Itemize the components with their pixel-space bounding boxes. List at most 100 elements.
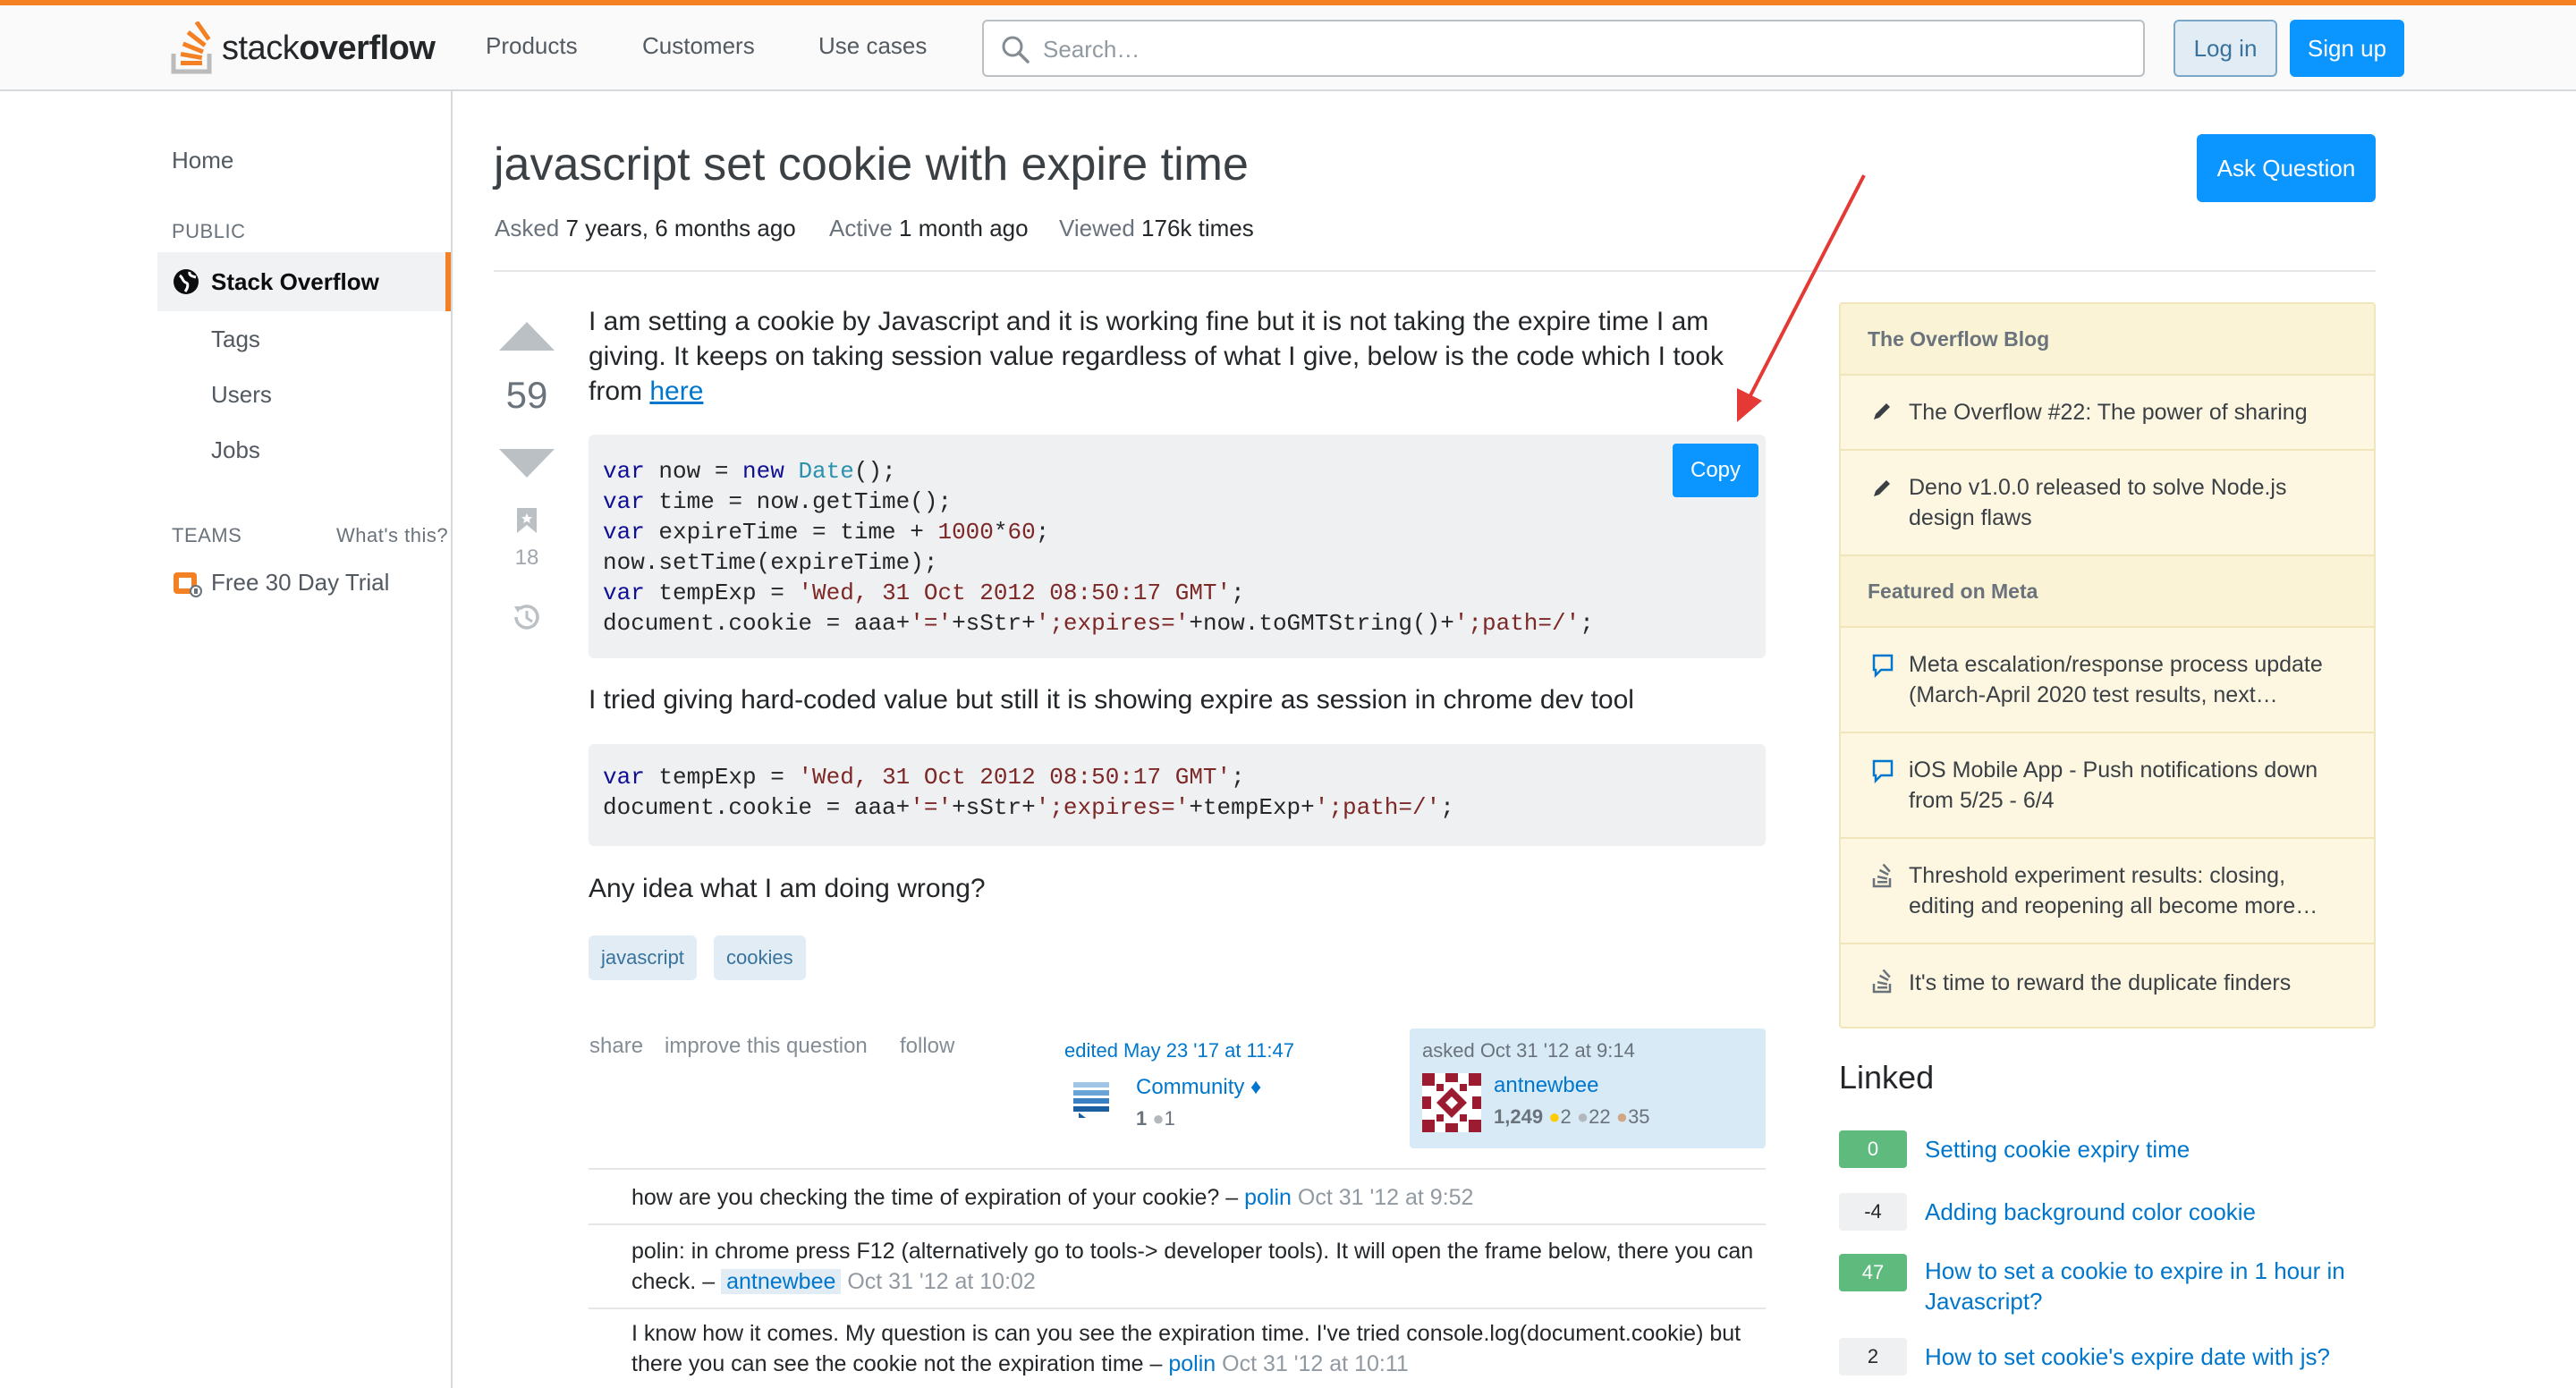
badge-count: 1 — [1164, 1107, 1175, 1130]
history-icon[interactable] — [509, 599, 545, 635]
sidebar-item-jobs[interactable]: Jobs — [211, 436, 260, 464]
stackoverflow-logo-icon — [170, 21, 216, 75]
blog-item[interactable]: The Overflow #22: The power of sharing — [1841, 376, 2374, 451]
community-user-link[interactable]: Community ♦ — [1136, 1075, 1261, 1100]
gold-badge-dot: ● — [1548, 1105, 1561, 1128]
sidebar-item-tags[interactable]: Tags — [211, 326, 260, 353]
nav-products[interactable]: Products — [486, 32, 578, 60]
linked-heading: Linked — [1839, 1059, 1935, 1096]
share-link[interactable]: share — [589, 1034, 643, 1059]
code-block-1[interactable]: var now = new Date(); var time = now.get… — [589, 435, 1766, 658]
meta-item-text: It's time to reward the duplicate finder… — [1909, 970, 2292, 995]
comment-date[interactable]: Oct 31 '12 at 10:11 — [1222, 1351, 1409, 1376]
comment-divider — [589, 1223, 1766, 1225]
downvote-arrow-icon[interactable] — [497, 447, 556, 479]
code-block-2[interactable]: var tempExp = 'Wed, 31 Oct 2012 08:50:17… — [589, 744, 1766, 846]
edited-timestamp-link[interactable]: edited May 23 '17 at 11:47 — [1064, 1039, 1294, 1062]
community-reputation: 1 ●1 — [1136, 1107, 1175, 1130]
sidebar-item-home[interactable]: Home — [172, 147, 233, 174]
comment-date[interactable]: Oct 31 '12 at 10:02 — [847, 1269, 1035, 1294]
signup-button[interactable]: Sign up — [2290, 20, 2404, 77]
bookmark-count: 18 — [514, 546, 539, 570]
owner-user-link[interactable]: antnewbee — [1494, 1073, 1598, 1098]
linked-score-badge: 2 — [1839, 1338, 1907, 1375]
code-line: now.setTime(expireTime); — [603, 549, 938, 576]
comment-user-link[interactable]: antnewbee — [721, 1269, 842, 1294]
overflow-blog-widget: The Overflow Blog The Overflow #22: The … — [1839, 302, 2376, 1028]
meta-asked: Asked 7 years, 6 months ago — [495, 215, 796, 242]
meta-value: 176k times — [1141, 215, 1254, 241]
login-button[interactable]: Log in — [2174, 20, 2277, 77]
blog-item-text: The Overflow #22: The power of sharing — [1909, 400, 2308, 425]
user-name: Community — [1136, 1075, 1245, 1099]
question-body-intro: I am setting a cookie by Javascript and … — [589, 304, 1769, 409]
nav-use-cases[interactable]: Use cases — [818, 32, 927, 60]
comment: polin: in chrome press F12 (alternativel… — [631, 1236, 1758, 1297]
tag-javascript[interactable]: javascript — [589, 935, 697, 980]
blog-item-text: Deno v1.0.0 released to solve Node.js de… — [1909, 475, 2287, 530]
copy-button[interactable]: Copy — [1673, 444, 1758, 497]
speech-bubble-icon — [1871, 653, 1894, 678]
meta-item[interactable]: iOS Mobile App - Push notifications down… — [1841, 733, 2374, 839]
here-link[interactable]: here — [649, 377, 703, 406]
linked-question-link[interactable]: Setting cookie expiry time — [1925, 1134, 2372, 1164]
sidebar-item-free-trial[interactable]: Free 30 Day Trial — [211, 569, 389, 597]
code-line: var expireTime = time + 1000*60; — [603, 519, 1050, 546]
asked-timestamp[interactable]: asked Oct 31 '12 at 9:14 — [1422, 1039, 1635, 1062]
bronze-badge-dot: ● — [1615, 1105, 1629, 1128]
improve-question-link[interactable]: improve this question — [665, 1034, 868, 1059]
owner-reputation: 1,249 ●2 ●22 ●35 — [1494, 1105, 1650, 1129]
meta-item[interactable]: Meta escalation/response process update … — [1841, 628, 2374, 733]
code-line: var now = new Date(); — [603, 458, 896, 485]
question-title[interactable]: javascript set cookie with expire time — [494, 138, 1249, 191]
bookmark-icon[interactable] — [515, 506, 538, 535]
comment-user-link[interactable]: polin — [1168, 1351, 1216, 1376]
linked-question-link[interactable]: How to set cookie's expire date with js? — [1925, 1341, 2372, 1372]
blog-item[interactable]: Deno v1.0.0 released to solve Node.js de… — [1841, 451, 2374, 556]
comment-user-link[interactable]: polin — [1244, 1185, 1292, 1210]
code-line: document.cookie = aaa+'='+sStr+';expires… — [603, 794, 1454, 821]
pencil-icon — [1871, 478, 1893, 499]
ask-question-button[interactable]: Ask Question — [2197, 134, 2376, 202]
code-line: document.cookie = aaa+'='+sStr+';expires… — [603, 610, 1594, 637]
follow-link[interactable]: follow — [900, 1034, 954, 1059]
comment: I know how it comes. My question is can … — [631, 1318, 1758, 1379]
meta-item-text: iOS Mobile App - Push notifications down… — [1909, 757, 2318, 813]
linked-question-link[interactable]: Adding background color cookie — [1925, 1197, 2372, 1227]
meta-item[interactable]: Threshold experiment results: closing, e… — [1841, 839, 2374, 944]
community-avatar-icon[interactable] — [1070, 1077, 1113, 1120]
search-input[interactable]: Search… — [982, 20, 2145, 77]
sidebar-item-label: Stack Overflow — [211, 268, 379, 295]
question-body-mid: I tried giving hard-coded value but stil… — [589, 685, 1634, 715]
sidebar-item-stack-overflow[interactable]: Stack Overflow — [157, 252, 451, 311]
meta-active: Active 1 month ago — [829, 215, 1029, 242]
meta-value[interactable]: 1 month ago — [899, 215, 1029, 241]
search-icon — [1000, 34, 1030, 64]
meta-value: 7 years, 6 months ago — [565, 215, 796, 241]
meta-viewed: Viewed 176k times — [1059, 215, 1254, 242]
meta-heading: Featured on Meta — [1841, 556, 2374, 628]
search-placeholder: Search… — [1043, 36, 1140, 63]
blog-heading: The Overflow Blog — [1841, 304, 2374, 376]
meta-item-text: Threshold experiment results: closing, e… — [1909, 863, 2318, 918]
linked-score-badge: -4 — [1839, 1193, 1907, 1231]
user-avatar-icon[interactable] — [1422, 1073, 1481, 1132]
meta-label: Asked — [495, 215, 560, 241]
stack-icon — [1871, 864, 1894, 889]
comment-divider — [589, 1308, 1766, 1309]
annotation-arrow — [1737, 174, 1866, 422]
divider — [494, 270, 2376, 272]
sidebar-item-users[interactable]: Users — [211, 381, 272, 409]
nav-customers[interactable]: Customers — [642, 32, 755, 60]
site-logo[interactable]: stackoverflow — [170, 20, 436, 77]
whats-this-link[interactable]: What's this? — [336, 524, 448, 547]
gold-badge-count: 2 — [1560, 1105, 1572, 1128]
comment-date[interactable]: Oct 31 '12 at 9:52 — [1298, 1185, 1474, 1210]
upvote-arrow-icon[interactable] — [497, 320, 556, 352]
tag-cookies[interactable]: cookies — [714, 935, 806, 980]
linked-question-link[interactable]: How to set a cookie to expire in 1 hour … — [1925, 1256, 2372, 1316]
meta-item[interactable]: It's time to reward the duplicate finder… — [1841, 944, 2374, 1027]
logo-wordmark: stackoverflow — [222, 29, 436, 67]
sidebar-heading-teams: TEAMS — [172, 524, 242, 546]
comment: how are you checking the time of expirat… — [631, 1182, 1758, 1213]
